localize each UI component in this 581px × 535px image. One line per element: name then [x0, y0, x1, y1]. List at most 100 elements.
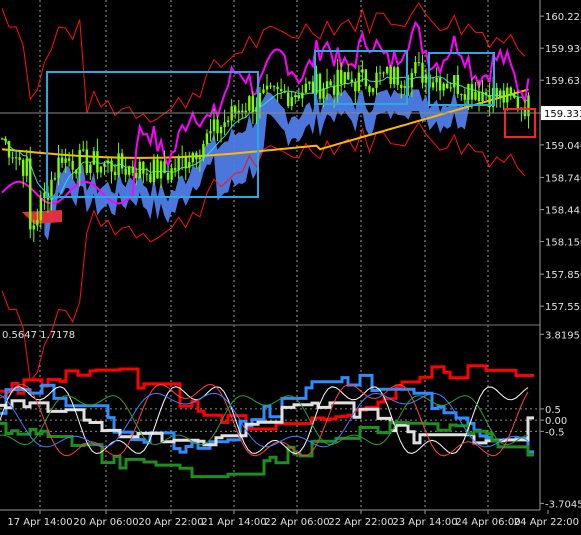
candle[interactable] [385, 67, 389, 74]
candle[interactable] [29, 158, 32, 230]
candle[interactable] [265, 85, 269, 90]
candle[interactable] [219, 126, 223, 134]
candle[interactable] [117, 153, 120, 176]
candle[interactable] [166, 173, 170, 180]
candle[interactable] [470, 83, 474, 100]
candle[interactable] [396, 67, 399, 85]
candle[interactable] [325, 81, 329, 89]
candle[interactable] [481, 92, 484, 102]
candle[interactable] [11, 157, 14, 159]
candle[interactable] [64, 158, 67, 163]
candle[interactable] [513, 94, 516, 98]
candle[interactable] [60, 157, 64, 163]
candle[interactable] [89, 164, 92, 173]
candle[interactable] [424, 74, 428, 83]
candle[interactable] [382, 72, 385, 74]
candle[interactable] [393, 67, 396, 84]
candle[interactable] [216, 119, 219, 134]
candle[interactable] [262, 89, 265, 93]
candle[interactable] [159, 161, 163, 179]
candle[interactable] [449, 87, 452, 89]
chart-canvas[interactable]: 160.225 159.930 159.635 159.333 159.040 158.7… [0, 0, 581, 531]
candle[interactable] [343, 72, 346, 84]
candle[interactable] [92, 151, 96, 165]
candle[interactable] [188, 162, 191, 168]
candle[interactable] [301, 92, 304, 99]
candle[interactable] [311, 81, 315, 94]
candle[interactable] [43, 192, 46, 199]
candle[interactable] [53, 178, 57, 180]
candle[interactable] [258, 92, 262, 108]
candle[interactable] [71, 160, 74, 170]
candle[interactable] [467, 83, 470, 100]
candle[interactable] [442, 83, 445, 91]
candle[interactable] [191, 152, 194, 163]
candle[interactable] [99, 166, 103, 173]
candle[interactable] [403, 86, 406, 88]
candle[interactable] [156, 159, 159, 179]
candle[interactable] [195, 152, 198, 160]
candle[interactable] [82, 149, 85, 151]
candle[interactable] [85, 149, 88, 173]
candle[interactable] [350, 79, 353, 83]
candle[interactable] [67, 158, 71, 161]
candle[interactable] [354, 82, 357, 92]
candle[interactable] [78, 149, 81, 174]
candle[interactable] [283, 91, 286, 93]
candle[interactable] [495, 87, 498, 98]
candle[interactable] [318, 73, 322, 99]
candle[interactable] [96, 151, 99, 173]
candle[interactable] [124, 168, 127, 175]
candle[interactable] [272, 85, 276, 87]
candle[interactable] [106, 160, 110, 164]
candle[interactable] [269, 85, 272, 87]
candle[interactable] [294, 95, 297, 98]
candle[interactable] [378, 72, 382, 74]
candle[interactable] [145, 173, 149, 175]
candle[interactable] [142, 161, 145, 174]
candle[interactable] [332, 85, 336, 95]
candle[interactable] [371, 88, 375, 93]
candle[interactable] [181, 157, 184, 159]
candle[interactable] [113, 171, 117, 176]
candle[interactable] [103, 163, 106, 167]
candle[interactable] [453, 75, 456, 88]
candle[interactable] [177, 157, 180, 171]
candle[interactable] [287, 92, 290, 107]
candle[interactable] [226, 120, 230, 123]
candle[interactable] [25, 158, 28, 176]
candle[interactable] [152, 159, 156, 182]
candle[interactable] [75, 169, 78, 174]
candle[interactable] [14, 157, 18, 159]
candle[interactable] [502, 90, 505, 103]
candle[interactable] [421, 62, 424, 83]
candle[interactable] [251, 96, 255, 112]
candle[interactable] [506, 87, 509, 103]
candle[interactable] [329, 81, 332, 86]
candle[interactable] [170, 168, 173, 180]
candle[interactable] [276, 86, 279, 90]
candle[interactable] [0, 138, 4, 140]
candle[interactable] [357, 72, 361, 92]
candle[interactable] [241, 110, 244, 113]
candle[interactable] [340, 69, 343, 84]
candle[interactable] [477, 92, 481, 102]
candle[interactable] [417, 62, 421, 64]
candle[interactable] [431, 82, 435, 88]
candle[interactable] [509, 87, 512, 95]
candle[interactable] [364, 69, 368, 87]
candle[interactable] [149, 174, 152, 182]
candle[interactable] [138, 161, 141, 179]
candle[interactable] [120, 153, 124, 169]
candle[interactable] [128, 166, 131, 175]
candle[interactable] [410, 73, 414, 88]
candle[interactable] [173, 168, 177, 171]
candle[interactable] [248, 96, 251, 111]
candle[interactable] [456, 75, 459, 94]
candle[interactable] [110, 160, 113, 172]
candle[interactable] [389, 67, 392, 84]
candle[interactable] [474, 92, 477, 100]
candle[interactable] [347, 72, 350, 80]
candle[interactable] [163, 161, 166, 174]
chart-window[interactable]: 160.225 159.930 159.635 159.333 159.040 158.7… [0, 0, 581, 531]
